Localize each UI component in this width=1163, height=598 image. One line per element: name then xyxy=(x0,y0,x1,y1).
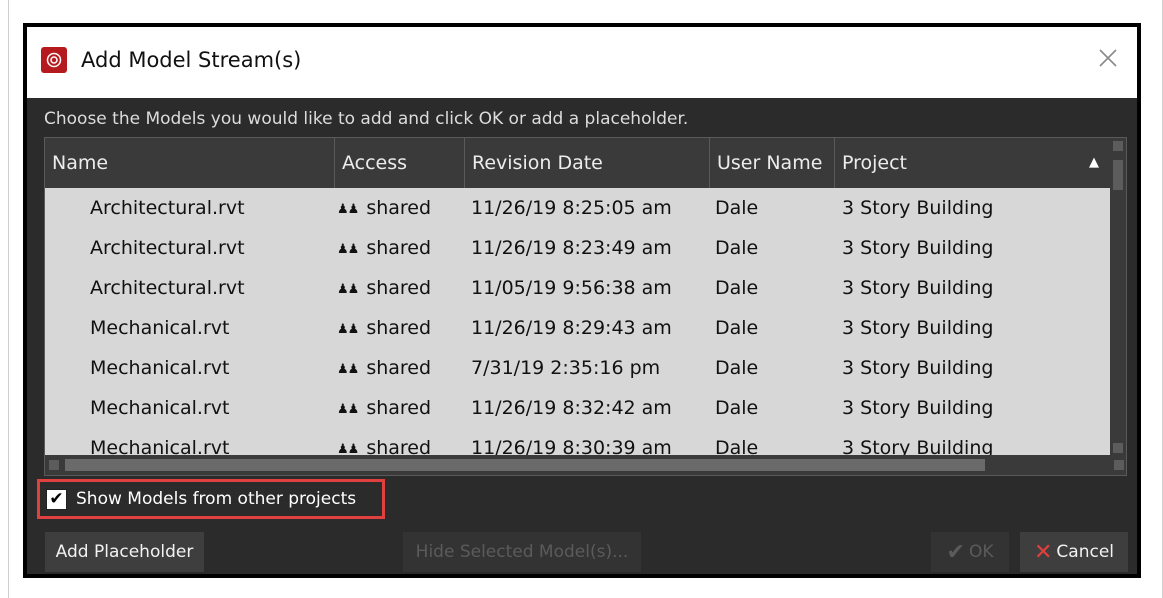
dialog-title: Add Model Stream(s) xyxy=(81,48,302,72)
table-row[interactable]: Mechanical.rvt ♟♟ shared 11/26/19 8:32:42… xyxy=(45,388,1111,428)
cell-project: 3 Story Building xyxy=(842,357,994,379)
shared-users-icon: ♟♟ xyxy=(337,362,359,377)
shared-users-icon: ♟♟ xyxy=(337,322,359,337)
cell-project: 3 Story Building xyxy=(842,397,994,419)
cancel-button[interactable]: ✕ Cancel xyxy=(1020,532,1128,572)
cell-user-name: Dale xyxy=(715,237,759,259)
horizontal-scroll-thumb[interactable] xyxy=(65,459,985,471)
access-label: shared xyxy=(366,197,432,219)
access-label: shared xyxy=(366,277,432,299)
table-row[interactable]: Architectural.rvt ♟♟ shared 11/05/19 9:56… xyxy=(45,268,1111,308)
cell-user-name: Dale xyxy=(715,357,759,379)
show-other-projects-option[interactable]: ✔ Show Models from other projects xyxy=(37,479,385,519)
cell-revision-date: 7/31/19 2:35:16 pm xyxy=(471,357,661,379)
table-body: Architectural.rvt ♟♟ shared 11/26/19 8:25… xyxy=(45,188,1111,468)
cell-access: ♟♟ shared xyxy=(337,348,431,388)
cell-name: Mechanical.rvt xyxy=(90,397,230,419)
vertical-scrollbar[interactable] xyxy=(1110,138,1126,456)
cell-access: ♟♟ shared xyxy=(337,388,431,428)
cell-user-name: Dale xyxy=(715,197,759,219)
shared-users-icon: ♟♟ xyxy=(337,202,359,217)
cell-revision-date: 11/26/19 8:32:42 am xyxy=(471,397,672,419)
column-header-name[interactable]: Name xyxy=(45,138,335,188)
column-header-project[interactable]: Project ▲ xyxy=(835,138,1113,188)
cell-revision-date: 11/26/19 8:23:49 am xyxy=(471,237,672,259)
column-header-revision-date[interactable]: Revision Date xyxy=(465,138,710,188)
cell-access: ♟♟ shared xyxy=(337,228,431,268)
shared-users-icon: ♟♟ xyxy=(337,242,359,257)
table-row[interactable]: Architectural.rvt ♟♟ shared 11/26/19 8:25… xyxy=(45,188,1111,228)
models-table[interactable]: Name Access Revision Date User Name Proj… xyxy=(44,137,1127,476)
access-label: shared xyxy=(366,317,432,339)
column-header-user-name[interactable]: User Name xyxy=(710,138,835,188)
cancel-label: Cancel xyxy=(1056,542,1115,562)
cell-name: Architectural.rvt xyxy=(90,197,245,219)
show-other-projects-checkbox[interactable]: ✔ xyxy=(46,488,67,510)
scroll-down-icon[interactable] xyxy=(1113,443,1123,453)
cell-name: Architectural.rvt xyxy=(90,237,245,259)
ok-button[interactable]: ✔ OK xyxy=(931,532,1009,572)
sort-ascending-icon: ▲ xyxy=(1089,155,1099,170)
scroll-up-icon[interactable] xyxy=(1113,141,1123,151)
cell-access: ♟♟ shared xyxy=(337,188,431,228)
cell-name: Mechanical.rvt xyxy=(90,317,230,339)
add-model-stream-dialog: Add Model Stream(s) Choose the Models yo… xyxy=(23,23,1141,578)
cell-project: 3 Story Building xyxy=(842,277,994,299)
show-other-projects-label: Show Models from other projects xyxy=(76,489,357,509)
table-row[interactable]: Mechanical.rvt ♟♟ shared 11/26/19 8:29:43… xyxy=(45,308,1111,348)
access-label: shared xyxy=(366,357,432,379)
cell-name: Mechanical.rvt xyxy=(90,357,230,379)
cell-access: ♟♟ shared xyxy=(337,268,431,308)
column-header-project-label: Project xyxy=(842,152,908,174)
ok-label: OK xyxy=(968,542,994,562)
checkmark-icon: ✔ xyxy=(946,540,965,565)
column-header-access[interactable]: Access xyxy=(335,138,465,188)
cell-name: Architectural.rvt xyxy=(90,277,245,299)
title-bar: Add Model Stream(s) xyxy=(27,27,1137,98)
cell-project: 3 Story Building xyxy=(842,197,994,219)
close-button[interactable] xyxy=(1093,43,1123,73)
horizontal-scrollbar[interactable] xyxy=(45,455,1126,475)
cell-access: ♟♟ shared xyxy=(337,308,431,348)
shared-users-icon: ♟♟ xyxy=(337,402,359,417)
cell-user-name: Dale xyxy=(715,317,759,339)
add-placeholder-button[interactable]: Add Placeholder xyxy=(45,532,204,572)
app-logo-icon xyxy=(41,47,67,73)
instructions-text: Choose the Models you would like to add … xyxy=(44,109,689,129)
close-icon xyxy=(1099,49,1117,67)
cell-revision-date: 11/05/19 9:56:38 am xyxy=(471,277,672,299)
cell-revision-date: 11/26/19 8:25:05 am xyxy=(471,197,672,219)
access-label: shared xyxy=(366,397,432,419)
cell-revision-date: 11/26/19 8:29:43 am xyxy=(471,317,672,339)
access-label: shared xyxy=(366,237,432,259)
scroll-right-icon[interactable] xyxy=(1114,460,1124,470)
cell-user-name: Dale xyxy=(715,397,759,419)
cell-project: 3 Story Building xyxy=(842,237,994,259)
shared-users-icon: ♟♟ xyxy=(337,282,359,297)
cell-user-name: Dale xyxy=(715,277,759,299)
cell-project: 3 Story Building xyxy=(842,317,994,339)
x-icon: ✕ xyxy=(1033,540,1053,565)
scroll-left-icon[interactable] xyxy=(49,460,59,470)
table-row[interactable]: Architectural.rvt ♟♟ shared 11/26/19 8:23… xyxy=(45,228,1111,268)
table-header: Name Access Revision Date User Name Proj… xyxy=(45,138,1113,188)
table-row[interactable]: Mechanical.rvt ♟♟ shared 7/31/19 2:35:16 … xyxy=(45,348,1111,388)
hide-selected-models-button[interactable]: Hide Selected Model(s)... xyxy=(403,532,641,572)
vertical-scroll-thumb[interactable] xyxy=(1113,160,1123,190)
